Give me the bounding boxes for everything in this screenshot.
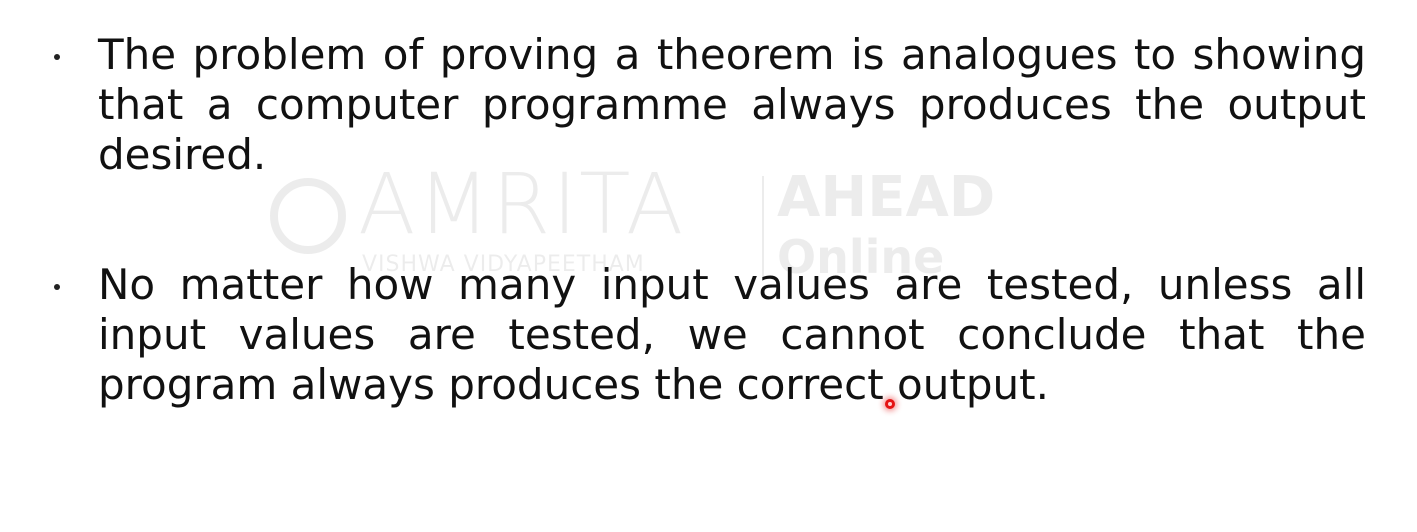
amrita-seal-icon	[270, 178, 346, 254]
bullet-dot-icon	[54, 284, 60, 290]
bullet-dot-icon	[54, 54, 60, 60]
bullet-text: No matter how many input values are test…	[98, 260, 1366, 409]
laser-pointer-icon	[885, 399, 895, 409]
slide: AMRITA VISHWA VIDYAPEETHAM AHEAD Online …	[0, 0, 1417, 532]
bullet-text: The problem of proving a theorem is anal…	[98, 30, 1366, 179]
